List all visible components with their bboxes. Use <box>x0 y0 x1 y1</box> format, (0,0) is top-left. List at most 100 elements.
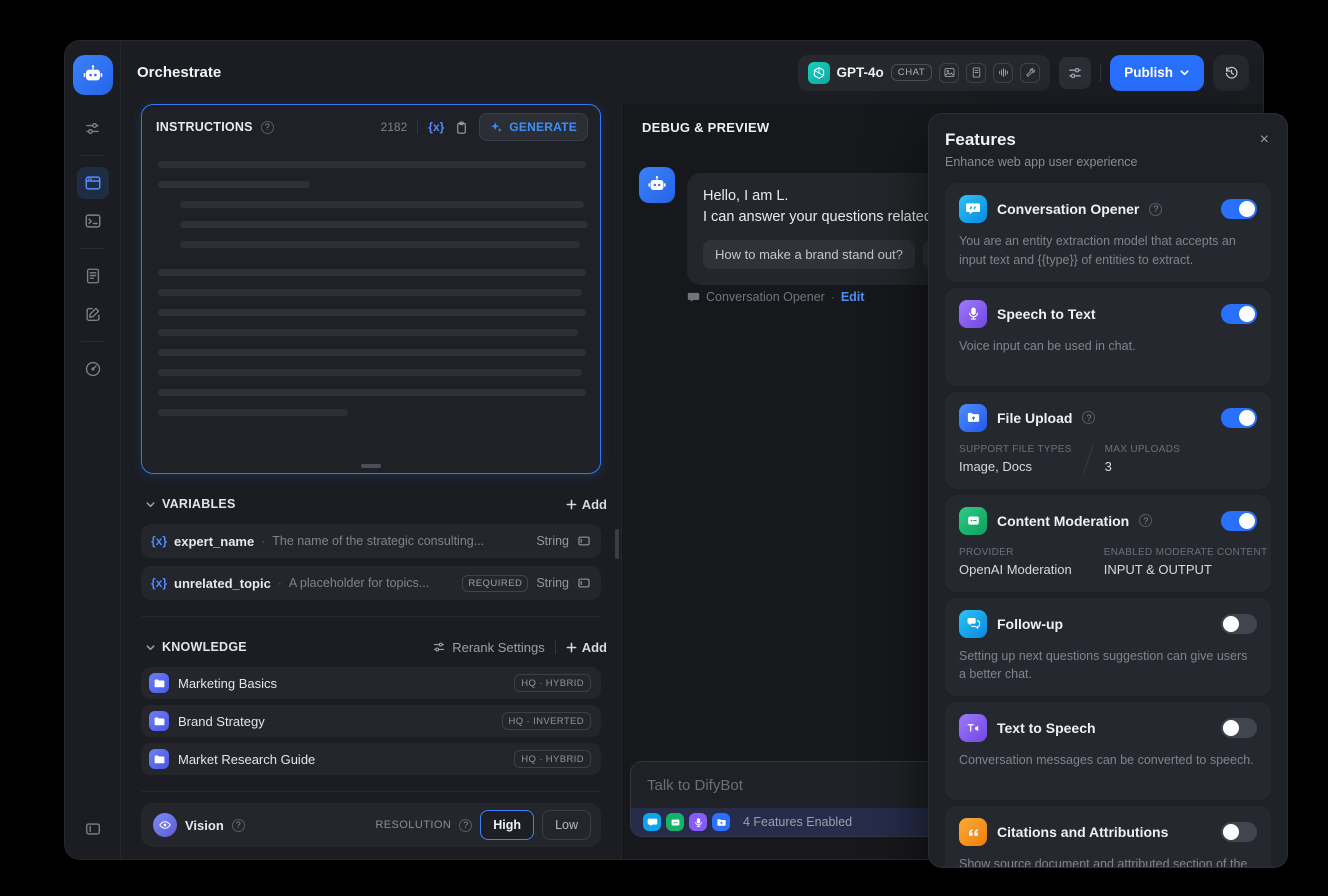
knowledge-badge: HQ · HYBRID <box>514 674 591 692</box>
file-upload-mini-icon <box>712 813 730 831</box>
content-moderation-toggle[interactable] <box>1221 510 1257 531</box>
sidebar-item-terminal[interactable] <box>77 205 109 237</box>
help-icon[interactable]: ? <box>459 818 473 832</box>
feature-card-speech-to-text: Speech to Text Voice input can be used i… <box>945 287 1271 386</box>
eye-icon <box>153 813 177 837</box>
citations-toggle[interactable] <box>1221 822 1257 842</box>
features-panel: Features Enhance web app user experience… <box>928 113 1288 868</box>
instructions-title: INSTRUCTIONS <box>156 120 253 134</box>
opener-label: Conversation Opener <box>706 290 825 304</box>
panel-resize-handle[interactable] <box>361 464 381 468</box>
text-to-speech-icon <box>959 714 987 742</box>
resolution-label: RESOLUTION <box>375 819 452 831</box>
edit-opener-link[interactable]: Edit <box>841 290 865 304</box>
follow-up-icon <box>959 609 987 638</box>
knowledge-item[interactable]: Marketing Basics HQ · HYBRID <box>141 667 601 699</box>
insert-variable-button[interactable]: {x} <box>428 120 444 134</box>
setting-value: Image, Docs <box>959 458 1032 474</box>
separator-dot: · <box>261 534 266 548</box>
vision-capability-icon <box>939 62 960 83</box>
suggested-question-chip[interactable]: How to make a brand stand out? <box>703 240 915 270</box>
variable-type: String <box>536 534 569 548</box>
text-input-type-icon <box>577 576 591 590</box>
follow-up-toggle[interactable] <box>1221 613 1257 634</box>
sidebar-item-orchestrate[interactable] <box>76 167 109 199</box>
opener-meta: Conversation Opener · Edit <box>687 290 864 304</box>
add-knowledge-button[interactable]: Add <box>566 640 607 655</box>
help-icon[interactable]: ? <box>260 120 274 134</box>
model-mode-badge: CHAT <box>890 64 933 81</box>
version-history-button[interactable] <box>1213 54 1249 91</box>
speech-to-text-toggle[interactable] <box>1221 303 1257 324</box>
feature-name: Follow-up <box>997 615 1064 632</box>
plus-icon <box>566 642 577 652</box>
resolution-high-button[interactable]: High <box>480 810 535 840</box>
knowledge-name: Brand Strategy <box>178 713 265 729</box>
column-divider <box>1083 547 1093 576</box>
divider <box>554 640 556 654</box>
feature-name: Content Moderation <box>997 512 1130 529</box>
app-logo-robot-icon[interactable] <box>72 55 113 95</box>
resolution-low-button[interactable]: Low <box>542 810 591 840</box>
sparkle-icon <box>491 121 502 132</box>
collapse-sidebar-icon[interactable] <box>77 813 109 845</box>
variable-row[interactable]: {x} unrelated_topic · A placeholder for … <box>141 566 601 600</box>
model-selector[interactable]: GPT-4o CHAT <box>797 54 1051 91</box>
feature-description: Conversation messages can be converted t… <box>959 753 1254 767</box>
instructions-header: INSTRUCTIONS ? 2182 {x} GENERATE <box>142 105 600 149</box>
variable-row[interactable]: {x} expert_name · The name of the strate… <box>141 524 601 558</box>
bot-avatar-robot-icon <box>639 167 675 203</box>
conversation-opener-toggle[interactable] <box>1221 199 1257 219</box>
feature-card-file-upload: File Upload ? SUPPORT FILE TYPES Image, … <box>945 391 1271 489</box>
model-parameters-icon[interactable] <box>1059 56 1092 89</box>
help-icon[interactable]: ? <box>1149 202 1163 216</box>
chevron-down-icon[interactable] <box>145 499 156 510</box>
rail-divider <box>80 248 105 249</box>
chevron-down-icon[interactable] <box>145 642 156 653</box>
variables-title: VARIABLES <box>162 497 236 511</box>
instructions-panel[interactable]: INSTRUCTIONS ? 2182 {x} GENERATE <box>141 104 601 474</box>
feature-name: Speech to Text <box>997 305 1096 322</box>
separator-dot: · <box>277 576 282 590</box>
variable-name: expert_name <box>174 533 255 549</box>
close-icon[interactable]: × <box>1260 132 1269 148</box>
publish-button[interactable]: Publish <box>1110 54 1204 91</box>
column-divider <box>1083 444 1094 473</box>
vision-card: Vision ? RESOLUTION ? High Low <box>141 803 601 847</box>
separator-dot: · <box>830 290 835 304</box>
help-icon[interactable]: ? <box>1082 411 1096 424</box>
document-capability-icon <box>966 62 987 83</box>
text-input-type-icon <box>577 534 591 548</box>
model-settings-sliders-icon[interactable] <box>77 112 109 144</box>
content-moderation-icon <box>959 506 987 535</box>
feature-description: Show source document and attributed sect… <box>959 857 1248 868</box>
generate-button[interactable]: GENERATE <box>479 113 588 141</box>
feature-card-conversation-opener: Conversation Opener ? You are an entity … <box>945 183 1271 282</box>
knowledge-item[interactable]: Market Research Guide HQ · HYBRID <box>141 743 601 775</box>
folder-icon <box>149 711 169 731</box>
sidebar-item-logs[interactable] <box>77 260 109 292</box>
section-divider <box>141 791 601 792</box>
help-icon[interactable]: ? <box>231 818 245 832</box>
variable-name: unrelated_topic <box>174 575 271 591</box>
add-variable-button[interactable]: Add <box>566 497 607 512</box>
scrollbar-thumb[interactable] <box>615 529 619 559</box>
knowledge-item[interactable]: Brand Strategy HQ · INVERTED <box>141 705 601 737</box>
conversation-opener-mini-icon <box>643 813 661 831</box>
header-divider <box>1100 63 1102 82</box>
knowledge-badge: HQ · HYBRID <box>514 750 591 768</box>
sidebar-item-monitoring[interactable] <box>77 353 109 385</box>
left-icon-rail <box>65 41 121 859</box>
vision-title: Vision <box>185 817 224 833</box>
copy-clipboard-icon[interactable] <box>454 120 469 135</box>
text-to-speech-toggle[interactable] <box>1221 718 1257 738</box>
file-upload-toggle[interactable] <box>1221 407 1257 428</box>
divider <box>417 120 419 134</box>
rerank-settings-button[interactable]: Rerank Settings <box>432 640 545 655</box>
sidebar-item-annotations[interactable] <box>77 298 109 330</box>
help-icon[interactable]: ? <box>1139 514 1153 527</box>
feature-name: Citations and Attributions <box>997 824 1169 840</box>
variable-description: A placeholder for topics... <box>288 576 430 590</box>
rail-divider <box>80 155 105 156</box>
variable-type: String <box>536 576 569 590</box>
